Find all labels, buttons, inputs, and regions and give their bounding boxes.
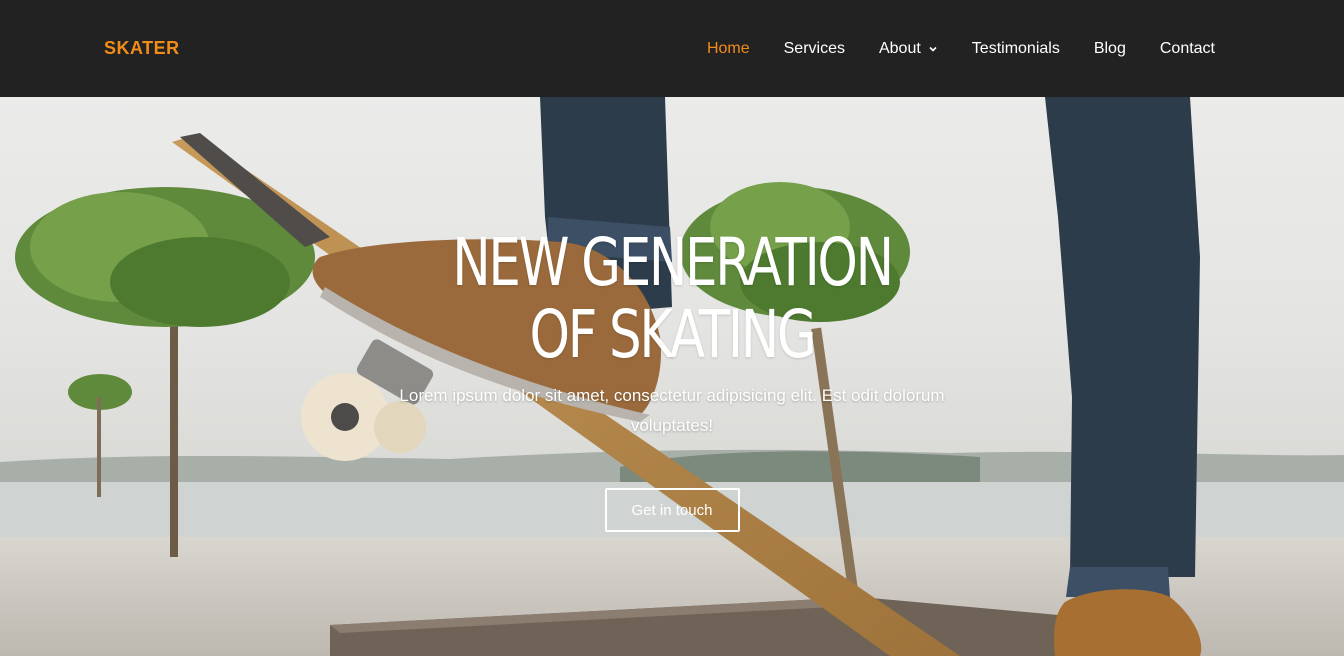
chevron-down-icon (929, 46, 937, 52)
nav-item-label: About (878, 39, 921, 57)
nav-item-blog[interactable]: Blog (1077, 40, 1143, 58)
hero-title: NEW GENERATION OF SKATING (452, 224, 894, 373)
nav-item-label: Home (706, 39, 750, 57)
nav-item-testimonials[interactable]: Testimonials (955, 40, 1077, 58)
nav-item-label: Contact (1159, 39, 1215, 57)
nav-item-about[interactable]: About (862, 40, 955, 58)
hero-section: NEW GENERATION OF SKATING Lorem ipsum do… (0, 97, 1344, 656)
hero-subtitle: Lorem ipsum dolor sit amet, consectetur … (399, 386, 945, 435)
nav-item-label: Services (783, 39, 845, 57)
get-in-touch-button[interactable]: Get in touch (604, 488, 740, 532)
nav-item-label: Blog (1093, 39, 1126, 57)
nav-item-contact[interactable]: Contact (1143, 40, 1240, 58)
nav-item-services[interactable]: Services (767, 40, 862, 58)
nav-item-home[interactable]: Home (690, 40, 767, 58)
top-navbar: SKATER Home Services About Testimonials … (0, 0, 1344, 97)
hero-content: NEW GENERATION OF SKATING Lorem ipsum do… (0, 97, 1344, 656)
nav-item-label: Testimonials (971, 39, 1060, 57)
site-logo[interactable]: SKATER (104, 38, 180, 59)
main-nav: Home Services About Testimonials Blog Co… (690, 40, 1240, 58)
